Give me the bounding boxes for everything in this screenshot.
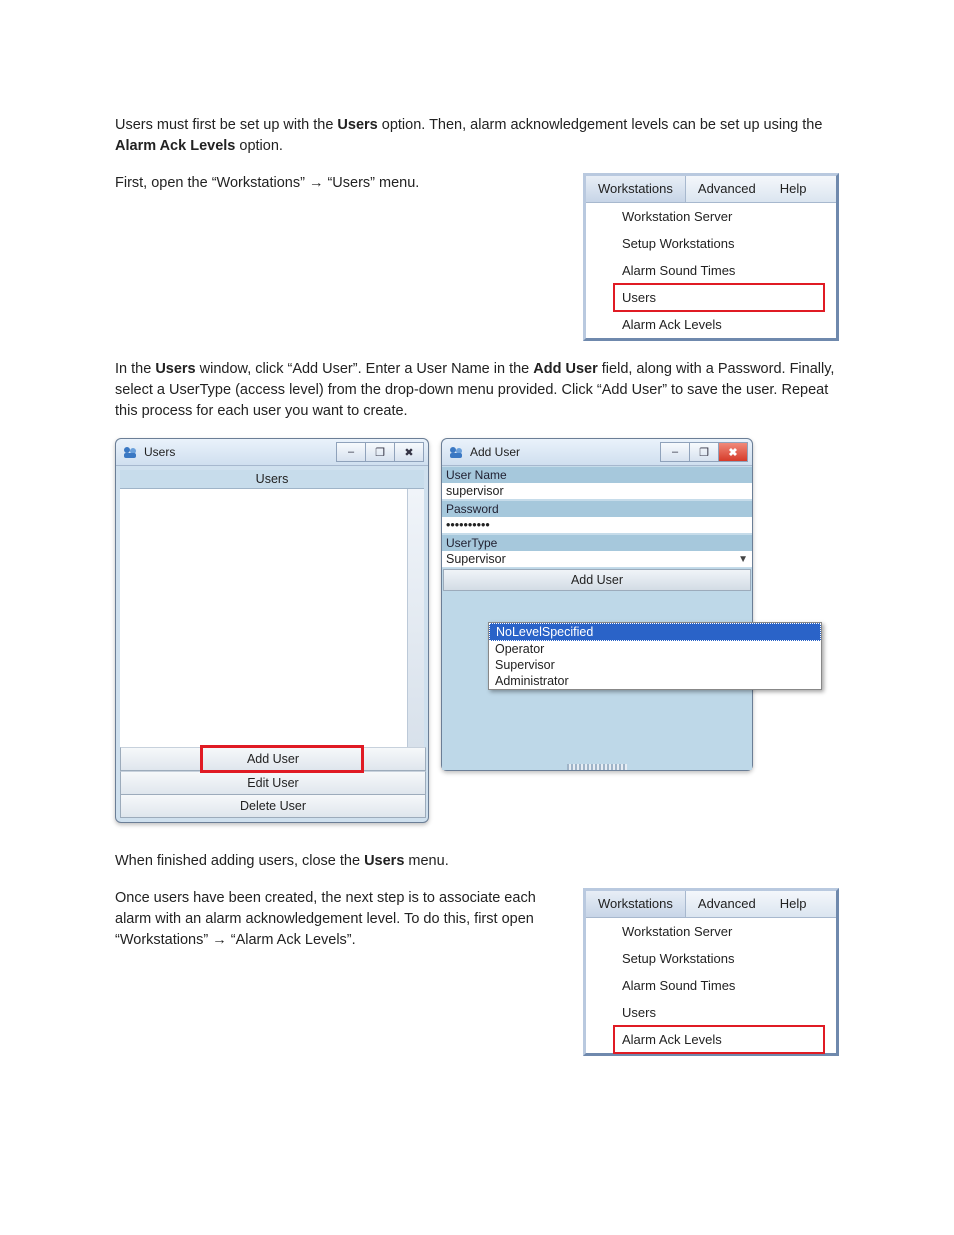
arrow-icon: → [212,932,227,948]
text: In the [115,361,155,377]
menu-workstations[interactable]: Workstations [586,176,686,202]
users-app-icon [122,444,138,460]
add-user-app-icon [448,444,464,460]
menu-item-users[interactable]: Users [586,999,836,1026]
menubar: Workstations Advanced Help [586,891,836,918]
add-user-button[interactable]: Add User [120,747,426,771]
open-alarm-ack-paragraph: Once users have been created, the next s… [115,888,563,951]
text: option. Then, alarm acknowledgement leve… [378,117,823,133]
usertype-select[interactable]: Supervisor ▼ [442,551,752,568]
menu-item-alarm-sound-times[interactable]: Alarm Sound Times [586,972,836,999]
maximize-button[interactable]: ❐ [366,442,395,462]
text: window, click “Add User”. Enter a User N… [196,361,534,377]
menu-item-alarm-ack-levels[interactable]: Alarm Ack Levels [614,1026,824,1053]
bold-add-user: Add User [533,361,597,377]
users-column-header: Users [120,470,424,489]
close-users-paragraph: When finished adding users, close the Us… [115,851,839,872]
resize-grip-icon[interactable] [567,764,627,770]
users-titlebar: Users – ❐ ✖ [116,439,428,466]
users-title: Users [144,445,175,459]
delete-user-button[interactable]: Delete User [120,795,426,818]
chevron-down-icon: ▼ [738,554,748,565]
bold-alarm-ack-levels: Alarm Ack Levels [115,138,235,154]
text: First, open the “Workstations” [115,175,309,191]
edit-user-button[interactable]: Edit User [120,771,426,795]
menu-item-alarm-sound-times[interactable]: Alarm Sound Times [586,257,836,284]
workstations-dropdown: Workstation Server Setup Workstations Al… [586,918,836,1053]
close-button[interactable]: ✖ [395,442,424,462]
text: “Alarm Ack Levels”. [227,932,356,948]
option-operator[interactable]: Operator [489,641,821,657]
menu-item-setup-workstations[interactable]: Setup Workstations [586,230,836,257]
bold-users: Users [155,361,195,377]
bold-users: Users [337,117,377,133]
password-input[interactable]: •••••••••• [442,517,752,534]
workstations-dropdown: Workstation Server Setup Workstations Al… [586,203,836,338]
intro-paragraph-1: Users must first be set up with the User… [115,115,839,157]
workstations-menu-screenshot-2: Workstations Advanced Help Workstation S… [583,888,839,1056]
add-user-window: Add User – ❐ ✖ User Name supervisor Pass… [441,438,753,771]
users-and-adduser-screenshot: Users – ❐ ✖ Users Add User Edit User Del… [115,438,839,823]
open-users-menu-paragraph: First, open the “Workstations” → “Users”… [115,173,563,194]
add-user-titlebar: Add User – ❐ ✖ [442,439,752,466]
menubar: Workstations Advanced Help [586,176,836,203]
users-list[interactable] [120,489,424,747]
text: menu. [404,853,448,869]
minimize-button[interactable]: – [336,442,366,462]
minimize-button[interactable]: – [660,442,690,462]
maximize-button[interactable]: ❐ [690,442,719,462]
menu-advanced[interactable]: Advanced [686,176,768,202]
menu-item-setup-workstations[interactable]: Setup Workstations [586,945,836,972]
menu-workstations[interactable]: Workstations [586,891,686,917]
usertype-label: UserType [442,534,752,551]
menu-item-workstation-server[interactable]: Workstation Server [586,918,836,945]
users-window: Users – ❐ ✖ Users Add User Edit User Del… [115,438,429,823]
menu-item-alarm-ack-levels[interactable]: Alarm Ack Levels [586,311,836,338]
menu-help[interactable]: Help [768,176,819,202]
close-button[interactable]: ✖ [719,442,748,462]
add-user-submit-button[interactable]: Add User [443,569,751,591]
menu-item-users[interactable]: Users [614,284,824,311]
username-label: User Name [442,466,752,483]
username-input[interactable]: supervisor [442,483,752,500]
usertype-value: Supervisor [446,552,506,566]
text: option. [235,138,283,154]
password-label: Password [442,500,752,517]
add-user-instructions-paragraph: In the Users window, click “Add User”. E… [115,359,839,422]
text: “Users” menu. [323,175,419,191]
menu-item-workstation-server[interactable]: Workstation Server [586,203,836,230]
menu-advanced[interactable]: Advanced [686,891,768,917]
text: Users must first be set up with the [115,117,337,133]
bold-users: Users [364,853,404,869]
option-supervisor[interactable]: Supervisor [489,657,821,673]
usertype-dropdown: NoLevelSpecified Operator Supervisor Adm… [488,622,822,690]
text: When finished adding users, close the [115,853,364,869]
menu-help[interactable]: Help [768,891,819,917]
option-administrator[interactable]: Administrator [489,673,821,689]
option-nolevelspecified[interactable]: NoLevelSpecified [489,623,821,641]
add-user-body: NoLevelSpecified Operator Supervisor Adm… [442,592,752,762]
workstations-menu-screenshot-1: Workstations Advanced Help Workstation S… [583,173,839,341]
add-user-title: Add User [470,445,520,459]
arrow-icon: → [309,175,324,191]
